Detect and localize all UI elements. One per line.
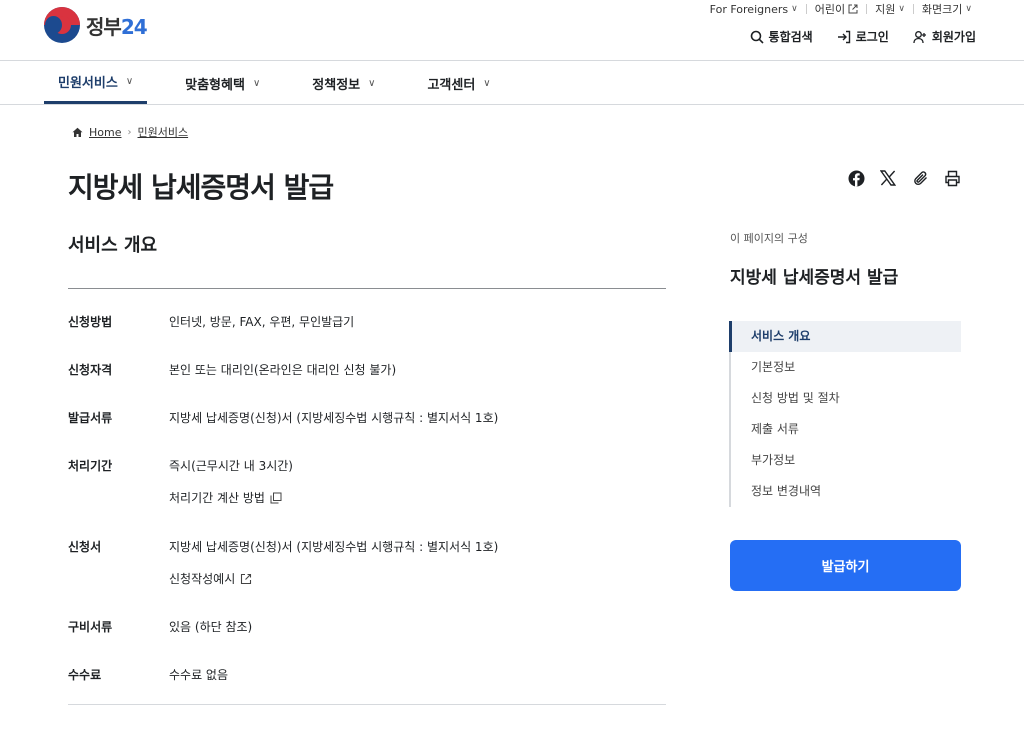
row-value-processing: 즉시(근무시간 내 3시간) [169,459,293,473]
chevron-down-icon: ∨ [252,77,261,89]
breadcrumb-current[interactable]: 민원서비스 [137,124,188,140]
toc-item-basic-info[interactable]: 기본정보 [729,352,961,383]
nav-divider [0,104,1024,105]
x-twitter-icon[interactable] [878,168,898,188]
form-example-link[interactable]: 신청작성예시 [169,570,252,587]
external-link-icon [241,573,252,584]
nav-custom-benefit[interactable]: 맞춤형혜택 ∨ [171,62,274,104]
add-user-icon [913,30,926,43]
home-icon [72,127,83,137]
utility-bar: For Foreigners ∨ 어린이 지원 ∨ 화면크기 ∨ [702,1,980,17]
section-divider [68,288,666,289]
util-foreigners[interactable]: For Foreigners ∨ [702,3,806,16]
row-label-fee: 수수료 [68,668,102,682]
row-label-form: 신청서 [68,540,102,554]
section-title: 서비스 개요 [68,235,158,256]
header-divider [0,60,1024,61]
row-value-required-docs: 있음 (하단 참조) [169,620,253,634]
row-value-form: 지방세 납세증명(신청)서 (지방세징수법 시행규칙 : 별지서식 1호) [169,540,499,554]
nav-customer-center[interactable]: 고객센터 ∨ [413,62,504,104]
row-value-qualification: 본인 또는 대리인(온라인은 대리인 신청 불가) [169,363,397,377]
util-support[interactable]: 지원 ∨ [867,1,913,17]
signup-button[interactable]: 회원가입 [913,28,976,45]
row-label-processing: 처리기간 [68,459,113,473]
chevron-down-icon: ∨ [125,76,134,87]
print-icon[interactable] [942,168,962,188]
util-screen-size[interactable]: 화면크기 ∨ [914,1,980,17]
chevron-down-icon: ∨ [368,77,376,89]
toc-item-overview[interactable]: 서비스 개요 [729,321,961,352]
page-title: 지방세 납세증명서 발급 [68,171,334,204]
util-kids[interactable]: 어린이 [807,1,866,17]
login-icon [837,30,850,43]
header-actions: 통합검색 로그인 회원가입 [750,28,976,45]
site-logo[interactable]: 정부24 [44,7,148,43]
section-bottom-divider [68,704,666,705]
main-nav: 민원서비스 ∨ 맞춤형혜택 ∨ 정책정보 ∨ 고객센터 ∨ [44,62,529,104]
issue-button[interactable]: 발급하기 [730,540,961,591]
toc-list: 서비스 개요 기본정보 신청 방법 및 절차 제출 서류 부가정보 정보 변경내… [729,321,961,507]
row-label-required-docs: 구비서류 [68,620,113,634]
breadcrumb: Home › 민원서비스 [72,124,188,140]
nav-civil-service[interactable]: 민원서비스 ∨ [44,62,148,104]
row-label-documents: 발급서류 [68,411,113,425]
toc-item-documents[interactable]: 제출 서류 [729,414,961,445]
external-link-icon [848,4,858,14]
chevron-down-icon: ∨ [483,77,491,89]
facebook-icon[interactable] [846,168,866,188]
row-label-qualification: 신청자격 [68,363,113,377]
toc-title: 지방세 납세증명서 발급 [730,268,899,288]
search-button[interactable]: 통합검색 [750,28,813,45]
row-value-method: 인터넷, 방문, FAX, 우편, 무인발급기 [169,315,355,329]
chevron-down-icon: ∨ [965,4,972,14]
chevron-down-icon: ∨ [898,4,905,14]
logo-text: 정부24 [86,14,148,39]
row-value-fee: 수수료 없음 [169,668,229,682]
toc-item-changelog[interactable]: 정보 변경내역 [729,476,961,507]
toc-item-additional[interactable]: 부가정보 [729,445,961,476]
nav-policy-info[interactable]: 정책정보 ∨ [298,62,389,104]
chevron-right-icon: › [127,126,132,138]
processing-calc-link[interactable]: 처리기간 계산 방법 [169,489,282,506]
taegeuk-logo-icon [44,7,80,43]
toc-caption: 이 페이지의 구성 [730,232,808,245]
chevron-down-icon: ∨ [791,4,798,14]
share-tools [846,168,962,188]
attachment-link-icon[interactable] [910,168,930,188]
row-value-documents: 지방세 납세증명(신청)서 (지방세징수법 시행규칙 : 별지서식 1호) [169,411,499,425]
breadcrumb-home[interactable]: Home [89,126,121,139]
login-button[interactable]: 로그인 [837,28,889,45]
search-icon [750,30,764,44]
copy-window-icon [270,492,282,503]
row-label-method: 신청방법 [68,315,113,329]
toc-item-procedure[interactable]: 신청 방법 및 절차 [729,383,961,414]
